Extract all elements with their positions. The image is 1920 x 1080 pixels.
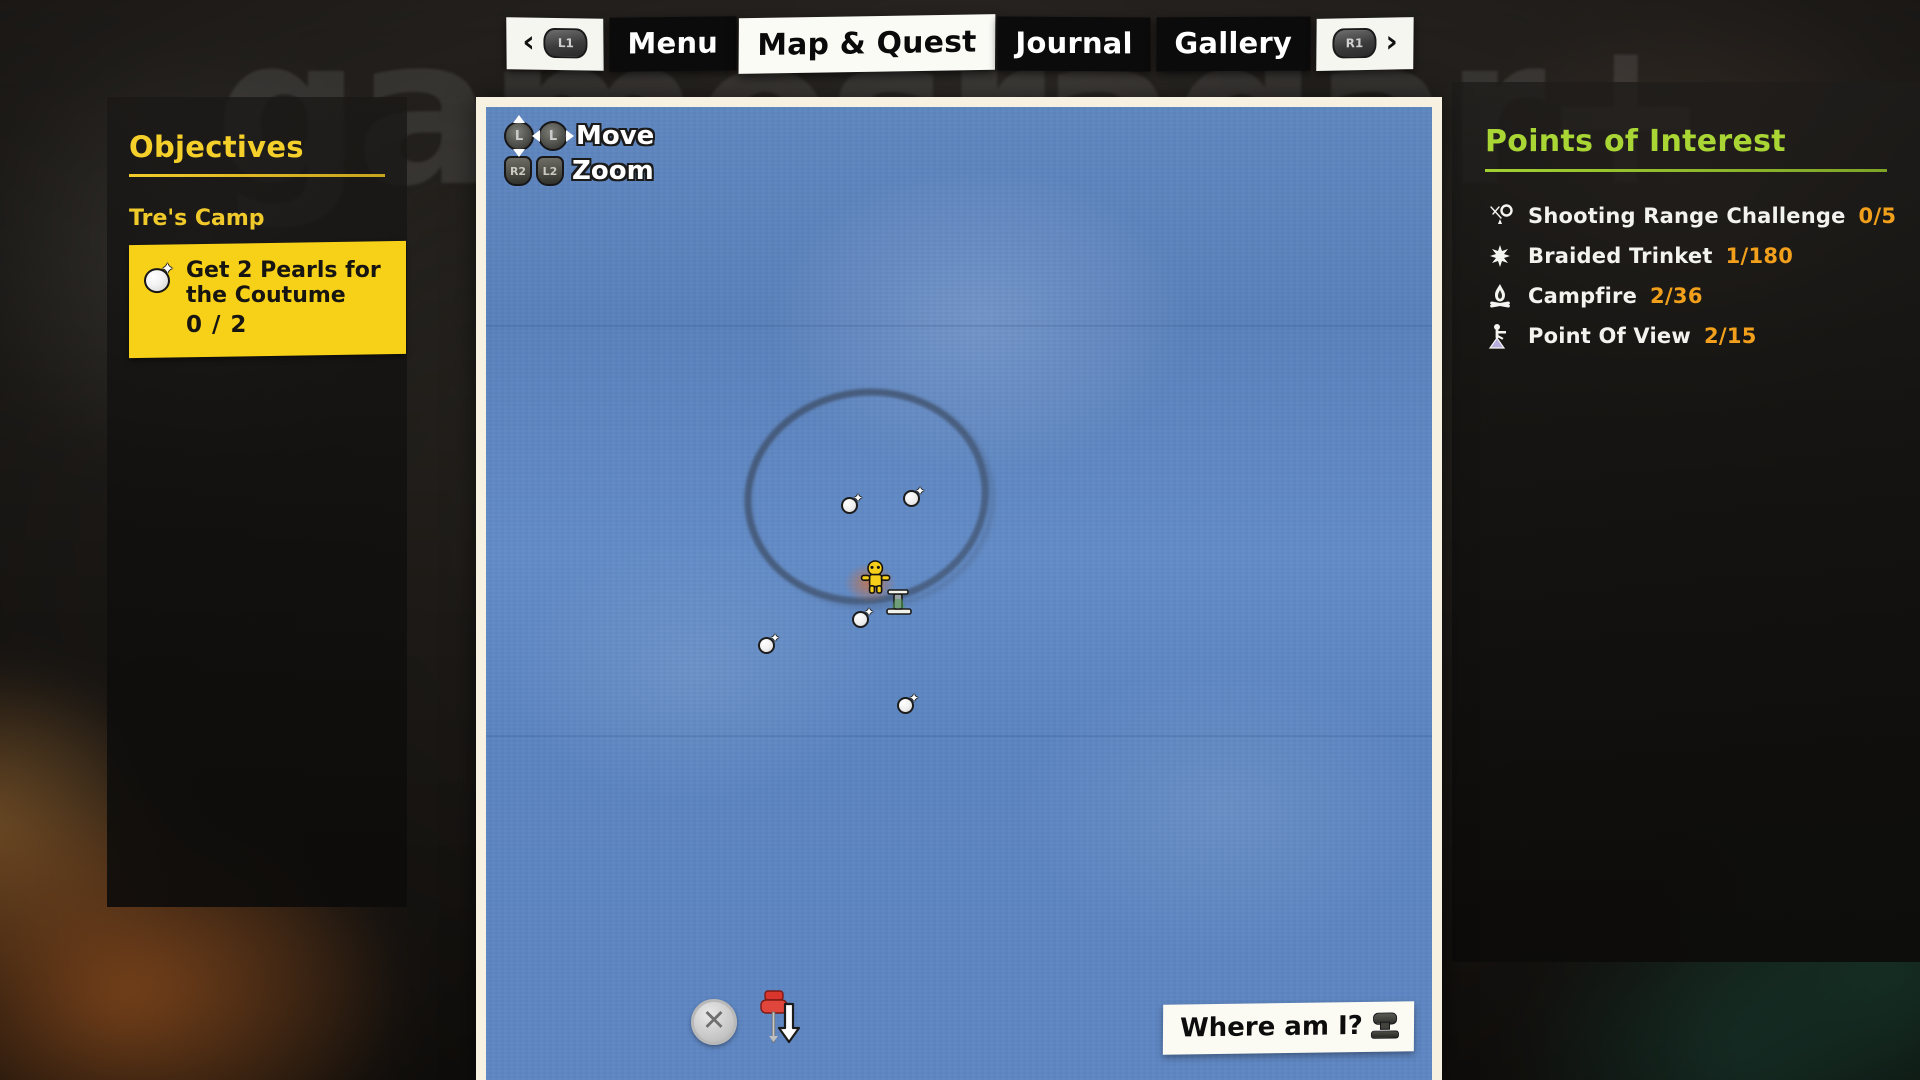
pearl-marker[interactable]: ✦ — [758, 632, 780, 656]
poi-count: 2/36 — [1650, 284, 1703, 308]
next-tab-bumper[interactable]: R1 › — [1315, 17, 1414, 71]
poi-label: Point Of View — [1528, 324, 1691, 348]
poi-count: 0/5 — [1858, 204, 1897, 228]
where-am-i-label: Where am I? — [1180, 1010, 1364, 1044]
poi-row-point-of-view[interactable]: Point Of View 2/15 — [1485, 316, 1920, 356]
r1-button-icon: R1 — [1332, 27, 1377, 59]
objective-group-label: Tre's Camp — [129, 206, 265, 231]
points-of-interest-title: Points of Interest — [1485, 124, 1786, 159]
left-stick-vertical-icon: L — [504, 115, 534, 157]
points-of-interest-list: Shooting Range Challenge 0/5 Braided Tri… — [1452, 196, 1920, 356]
map-move-hint: L L Move — [504, 115, 655, 157]
map-control-hints: L L Move R2 L2 Zoom — [504, 115, 655, 191]
objective-text-line2: the Coutume — [186, 283, 346, 309]
pearl-marker[interactable]: ✦ — [841, 492, 863, 516]
l2-trigger-icon: L2 — [536, 156, 564, 186]
stick-press-icon — [1370, 1012, 1399, 1039]
pearl-marker[interactable]: ✦ — [852, 606, 874, 630]
nearby-poi-icon — [886, 589, 912, 615]
tab-menu[interactable]: Menu — [609, 16, 737, 72]
player-marker-icon — [844, 559, 912, 615]
poi-label: Shooting Range Challenge — [1528, 204, 1846, 228]
tab-journal[interactable]: Journal — [997, 16, 1151, 72]
point-of-view-icon — [1485, 321, 1515, 351]
objectives-panel: Objectives Tre's Camp ✦ Get 2 Pearls for… — [107, 97, 407, 907]
poi-row-shooting-range[interactable]: Shooting Range Challenge 0/5 — [1485, 196, 1920, 236]
map-pin-icon — [760, 990, 801, 1044]
map-zoom-label: Zoom — [572, 156, 654, 186]
pearl-icon: ✦ — [143, 259, 175, 294]
map-seam-line — [486, 735, 1432, 737]
pearl-marker[interactable]: ✦ — [897, 692, 919, 716]
map-move-label: Move — [576, 121, 655, 151]
map-window: L L Move R2 L2 Zoom ✦ ✦ ✦ ✦ ✦ ✕ Where am… — [476, 97, 1442, 1080]
objective-text-line1: Get 2 Pearls for — [186, 258, 381, 284]
map-seam-line — [486, 325, 1432, 327]
r2-trigger-icon: R2 — [504, 156, 532, 186]
cross-button-icon: ✕ — [701, 1003, 727, 1037]
campfire-icon — [1485, 281, 1515, 311]
points-of-interest-divider — [1485, 169, 1887, 172]
poi-row-braided-trinket[interactable]: Braided Trinket 1/180 — [1485, 236, 1920, 276]
poi-label: Braided Trinket — [1528, 244, 1713, 268]
chevron-right-icon: › — [1385, 24, 1398, 60]
objective-card[interactable]: ✦ Get 2 Pearls for the Coutume 0 / 2 — [129, 240, 406, 359]
objective-progress-count: 0 / 2 — [186, 312, 248, 339]
tab-map-and-quest[interactable]: Map & Quest — [738, 14, 996, 74]
poi-count: 2/15 — [1703, 324, 1757, 348]
top-tab-bar: ‹ L1 Menu Map & Quest Journal Gallery R1… — [506, 14, 1414, 74]
objectives-title: Objectives — [129, 130, 304, 164]
map-zoom-hint: R2 L2 Zoom — [504, 156, 654, 186]
map-viewport[interactable]: L L Move R2 L2 Zoom ✦ ✦ ✦ ✦ ✦ ✕ Where am… — [486, 107, 1432, 1080]
poi-count: 1/180 — [1725, 244, 1794, 268]
where-am-i-button[interactable]: Where am I? — [1163, 1001, 1415, 1055]
pearl-marker[interactable]: ✦ — [903, 485, 925, 509]
close-map-button[interactable]: ✕ — [691, 999, 737, 1045]
prev-tab-bumper[interactable]: ‹ L1 — [506, 17, 605, 71]
chevron-left-icon: ‹ — [522, 24, 535, 60]
map-pin-button[interactable] — [758, 990, 804, 1062]
left-stick-horizontal-icon: L — [532, 121, 574, 151]
braided-trinket-icon — [1485, 241, 1515, 271]
poi-row-campfire[interactable]: Campfire 2/36 — [1485, 276, 1920, 316]
shooting-range-icon — [1485, 201, 1515, 231]
poi-label: Campfire — [1528, 284, 1638, 308]
l1-button-icon: L1 — [543, 27, 588, 59]
tab-gallery[interactable]: Gallery — [1156, 16, 1311, 72]
points-of-interest-panel: Points of Interest Shooting Range Challe… — [1452, 82, 1920, 962]
